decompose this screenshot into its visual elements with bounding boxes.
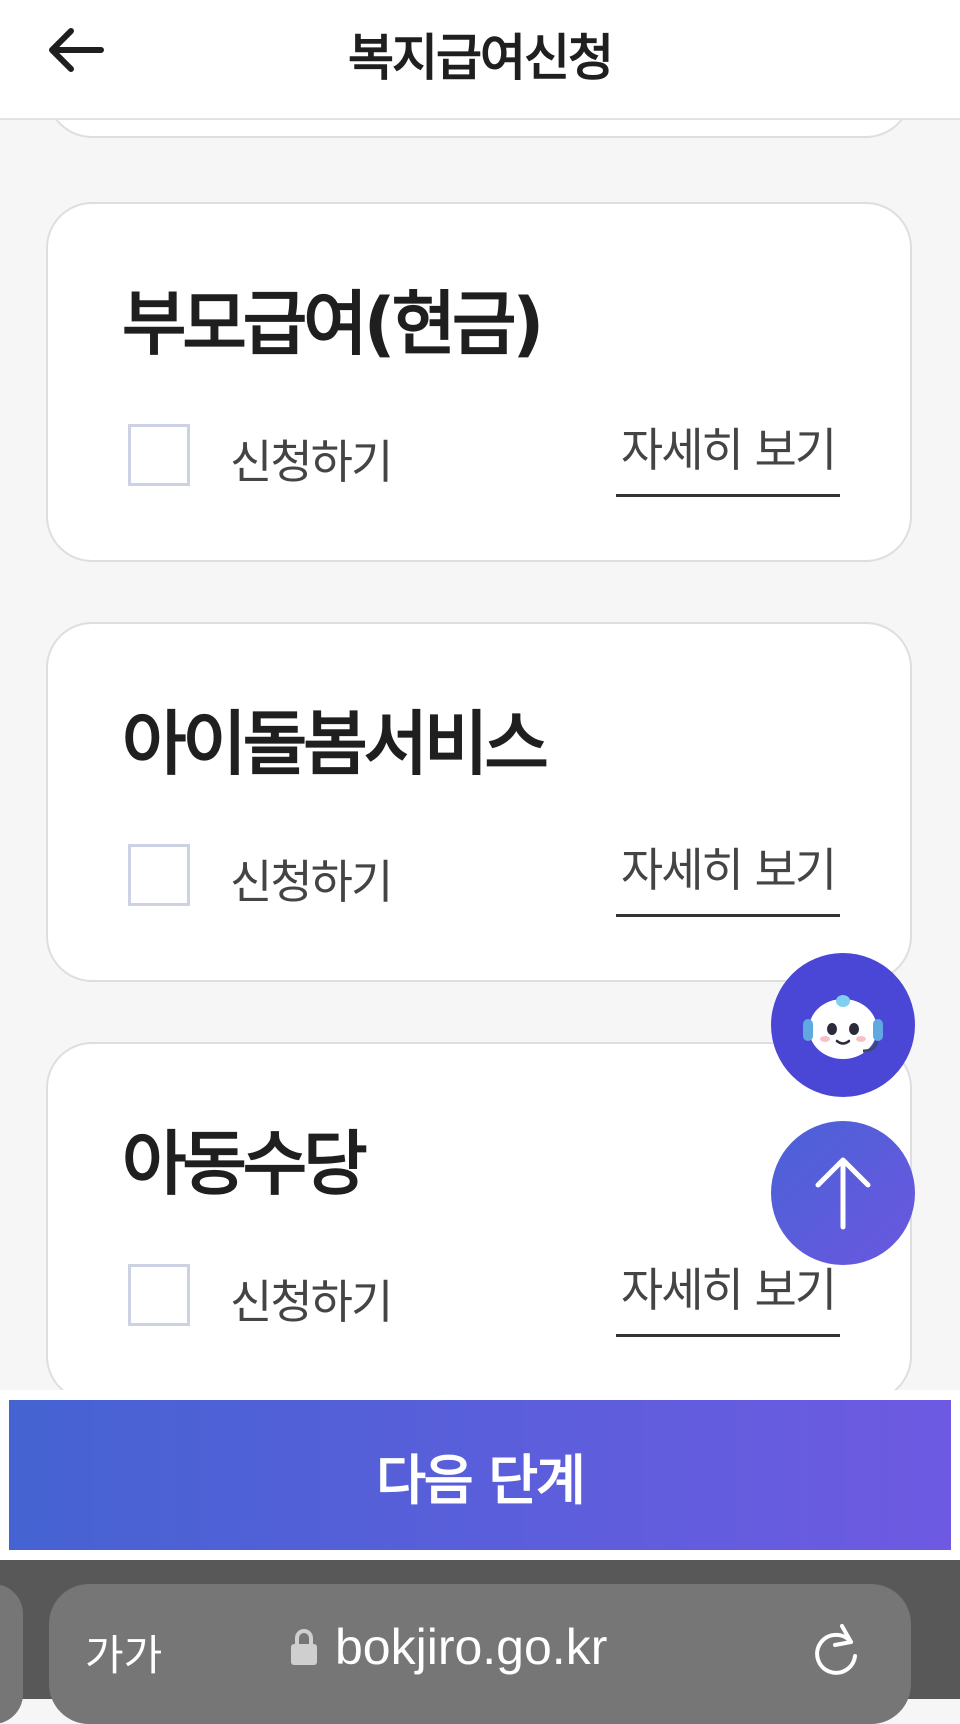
next-step-button[interactable]: 다음 단계 [9,1400,951,1550]
detail-link[interactable]: 자세히 보기 [616,1254,840,1337]
apply-label: 신청하기 [230,435,393,489]
reload-icon [815,1624,857,1675]
robot-headset-icon [803,995,883,1059]
service-card-parent-benefit: 부모급여(현금) 신청하기 자세히 보기 [46,202,912,562]
service-card-childcare-service: 아이돌봄서비스 신청하기 자세히 보기 [46,622,912,982]
service-title: 부모급여(현금) [122,283,544,365]
next-step-bar: 다음 단계 [0,1390,960,1560]
apply-label: 신청하기 [230,1275,393,1329]
apply-checkbox[interactable] [128,1264,190,1326]
browser-toolbar: 가가 bokjiro.go.kr [0,1560,960,1724]
url-display[interactable]: bokjiro.go.kr [289,1618,607,1676]
detail-link[interactable]: 자세히 보기 [616,414,840,497]
reload-button[interactable] [811,1622,861,1678]
service-title: 아이돌봄서비스 [122,703,549,785]
scroll-top-button[interactable] [771,1121,915,1265]
url-text: bokjiro.go.kr [335,1619,608,1675]
previous-tab-edge[interactable] [0,1584,23,1724]
text-size-button[interactable]: 가가 [85,1622,162,1683]
arrow-up-icon [815,1157,871,1230]
app-header: 복지급여신청 [0,0,960,120]
apply-checkbox[interactable] [128,844,190,906]
chatbot-button[interactable] [771,953,915,1097]
apply-checkbox[interactable] [128,424,190,486]
address-bar[interactable]: 가가 bokjiro.go.kr [49,1584,911,1724]
service-title: 아동수당 [122,1123,368,1205]
detail-link[interactable]: 자세히 보기 [616,834,840,917]
apply-label: 신청하기 [230,855,393,909]
lock-icon [291,1629,317,1665]
page-title: 복지급여신청 [348,29,614,87]
